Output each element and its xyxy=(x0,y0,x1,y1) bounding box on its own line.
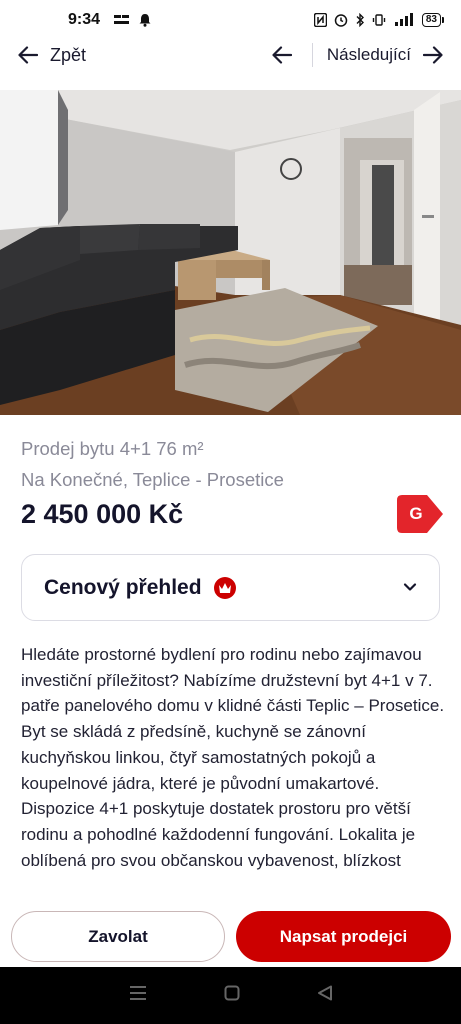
triangle-back-icon xyxy=(317,985,332,1001)
contact-actions: Zavolat Napsat prodejci xyxy=(0,905,461,967)
listing-photo[interactable] xyxy=(0,90,461,415)
nfc-icon xyxy=(313,13,327,27)
status-time: 9:34 xyxy=(68,11,101,28)
menu-icon xyxy=(129,986,146,1000)
square-home-icon xyxy=(224,985,239,1001)
status-notification-icons xyxy=(114,13,152,27)
next-label: Následující xyxy=(326,45,411,64)
status-system-icons: 83 xyxy=(313,13,445,27)
home-button[interactable] xyxy=(224,985,240,1006)
message-seller-button[interactable]: Napsat prodejci xyxy=(236,911,451,962)
signal-icon xyxy=(394,13,413,26)
price-map-logo-icon xyxy=(213,576,236,599)
back-label: Zpět xyxy=(50,44,87,65)
arrow-right-icon xyxy=(423,46,443,64)
bluetooth-icon xyxy=(356,13,364,27)
notification-icon xyxy=(114,15,130,24)
listing-location: Na Konečné, Teplice - Prosetice xyxy=(21,469,284,490)
battery-indicator: 83 xyxy=(421,13,445,27)
price-overview-accordion[interactable]: Cenový přehled xyxy=(21,554,440,621)
system-navigation-bar xyxy=(0,967,461,1024)
listing-price: 2 450 000 Kč xyxy=(21,499,184,529)
back-button[interactable]: Zpět xyxy=(18,45,86,66)
chevron-down-icon[interactable] xyxy=(403,579,417,597)
system-back-button[interactable] xyxy=(317,985,333,1006)
arrow-left-icon xyxy=(18,46,38,64)
listing-pager: Následující xyxy=(270,43,443,67)
call-button[interactable]: Zavolat xyxy=(11,911,225,962)
status-bar: 9:34 83 xyxy=(0,0,461,40)
arrow-left-icon xyxy=(272,46,292,64)
bell-icon xyxy=(139,14,151,27)
nav-divider xyxy=(311,43,313,67)
living-room-photo xyxy=(0,90,461,415)
previous-listing-button[interactable] xyxy=(270,43,294,67)
price-overview-title: Cenový přehled xyxy=(44,575,202,599)
next-listing-button[interactable]: Následující xyxy=(327,45,443,65)
listing-description: Hledáte prostorné bydlení pro rodinu neb… xyxy=(21,645,445,870)
navigation-bar: Zpět Následující xyxy=(0,36,461,74)
recent-apps-button[interactable] xyxy=(129,985,147,1006)
energy-class-badge[interactable]: G xyxy=(397,495,443,533)
vibrate-icon xyxy=(372,14,386,26)
energy-class-label: G xyxy=(409,504,423,523)
alarm-icon xyxy=(334,14,348,27)
listing-title: Prodej bytu 4+1 76 m² xyxy=(21,438,204,459)
